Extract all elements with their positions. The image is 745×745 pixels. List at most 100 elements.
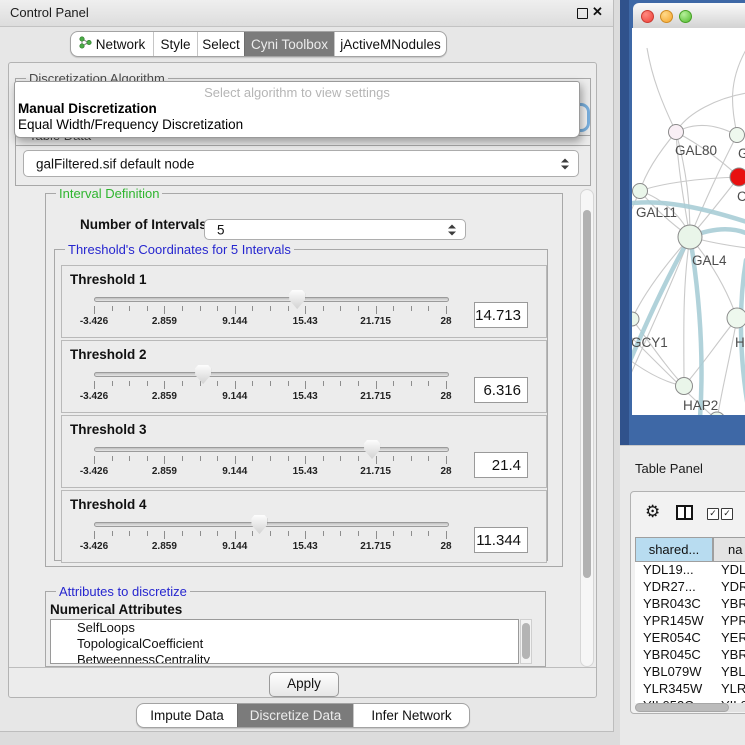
slider-thumb[interactable]	[364, 440, 380, 459]
tab-label: Discretize Data	[250, 708, 342, 723]
minimize-button[interactable]	[660, 10, 673, 23]
settings-scrollbar[interactable]	[580, 189, 594, 667]
slider-tick	[428, 531, 429, 536]
scrollbar-thumb[interactable]	[583, 210, 591, 578]
network-canvas[interactable]: GAL80GACGAL11GAL4GCY1HHAP2	[632, 28, 745, 415]
slider-tick	[235, 456, 236, 464]
close-icon[interactable]: ✕	[592, 4, 603, 20]
slider-tick	[217, 381, 218, 386]
slider-thumb[interactable]	[195, 365, 211, 384]
column-header-name[interactable]: na	[713, 537, 745, 562]
slider-tick	[305, 306, 306, 314]
dropdown-hint-item: Select algorithm to view settings	[15, 85, 579, 100]
cell-name: YER0	[721, 630, 745, 645]
table-row[interactable]: YDL19...YDL1	[635, 562, 745, 579]
slider-tick	[217, 306, 218, 311]
slider-tick	[252, 381, 253, 386]
numerical-attributes-list[interactable]: SelfLoopsTopologicalCoefficientBetweenne…	[50, 619, 519, 664]
tab-discretize-data[interactable]: Discretize Data	[237, 704, 353, 727]
dropdown-option[interactable]: Manual Discretization	[18, 101, 157, 116]
slider-tick-label: -3.426	[69, 541, 119, 552]
slider-tick	[94, 531, 95, 539]
slider-tick	[94, 306, 95, 314]
network-node-ga[interactable]	[730, 128, 745, 143]
table-row[interactable]: YBR045CYBR0	[635, 647, 745, 664]
dropdown-option[interactable]: Equal Width/Frequency Discretization	[18, 117, 243, 132]
group-title: Threshold's Coordinates for 5 Intervals	[65, 242, 294, 257]
slider-tick-label: 21.715	[351, 466, 401, 477]
threshold-value-field[interactable]: 21.4	[474, 452, 528, 478]
spinner-arrows-icon	[448, 224, 456, 235]
cell-name: YDR2	[721, 579, 745, 594]
gear-icon[interactable]: ⚙	[645, 502, 660, 522]
algorithm-dropdown-popup: Select algorithm to view settings Manual…	[14, 81, 580, 138]
tab-label: Impute Data	[150, 708, 224, 723]
list-item[interactable]: TopologicalCoefficient	[51, 636, 518, 652]
cell-shared-name: YDL19...	[643, 562, 694, 577]
tab-impute-data[interactable]: Impute Data	[137, 704, 237, 727]
tab-select[interactable]: Select	[197, 32, 244, 56]
slider-tick	[323, 381, 324, 386]
tab-label: Network	[96, 37, 146, 52]
list-item[interactable]: SelfLoops	[51, 620, 518, 636]
slider-tick	[323, 306, 324, 311]
tab-jactivemnodules[interactable]: jActiveMNodules	[334, 32, 446, 56]
table-row[interactable]: YLR345WYLR3	[635, 681, 745, 698]
tab-cyni-toolbox[interactable]: Cyni Toolbox	[244, 32, 334, 56]
close-button[interactable]	[641, 10, 654, 23]
slider-thumb[interactable]	[289, 290, 305, 309]
table-row[interactable]: YDR27...YDR2	[635, 579, 745, 596]
apply-button[interactable]: Apply	[269, 672, 339, 697]
network-edge	[733, 48, 745, 135]
network-node-gal80[interactable]	[669, 125, 684, 140]
network-node-gal11[interactable]	[633, 184, 648, 199]
list-scrollbar[interactable]	[520, 619, 532, 664]
network-node-label: C	[737, 189, 745, 204]
network-node-c[interactable]	[730, 168, 745, 186]
slider-tick	[376, 456, 377, 464]
column-header-shared-name[interactable]: shared...	[635, 537, 713, 562]
table-row[interactable]: YBR043CYBR0	[635, 596, 745, 613]
float-window-icon[interactable]	[577, 8, 588, 19]
slider-tick-label: 2.859	[139, 316, 189, 327]
combobox-value: galFiltered.sif default node	[36, 156, 194, 171]
checkbox-icon[interactable]: ✓	[721, 508, 733, 520]
slider-tick	[200, 306, 201, 311]
threshold-value-field[interactable]: 6.316	[474, 377, 528, 403]
table-row[interactable]: YPR145WYPR1	[635, 613, 745, 630]
table-row[interactable]: YER054CYER0	[635, 630, 745, 647]
tab-label: jActiveMNodules	[340, 37, 441, 52]
threshold-value-field[interactable]: 14.713	[474, 302, 528, 328]
group-title: Interval Definition	[56, 186, 162, 201]
network-edge	[640, 132, 676, 191]
scrollbar-thumb[interactable]	[522, 623, 530, 659]
slider-tick	[393, 531, 394, 536]
slider-tick-label: 2.859	[139, 391, 189, 402]
slider-thumb[interactable]	[251, 515, 267, 534]
network-edge	[676, 125, 737, 135]
slider-tick-label: 15.43	[280, 391, 330, 402]
zoom-button[interactable]	[679, 10, 692, 23]
tab-network[interactable]: Network	[71, 32, 153, 56]
slider-tick-label: 21.715	[351, 316, 401, 327]
list-item[interactable]: BetweennessCentrality	[51, 652, 518, 664]
checkbox-icon[interactable]: ✓	[707, 508, 719, 520]
threshold-value-field[interactable]: 11.344	[474, 527, 528, 553]
table-row[interactable]: YBL079WYBL0	[635, 664, 745, 681]
network-node-label: GA	[738, 146, 745, 161]
network-node-gcy1[interactable]	[632, 312, 639, 326]
columns-icon[interactable]	[676, 505, 693, 520]
slider-tick	[94, 456, 95, 464]
network-node-hap2[interactable]	[676, 378, 693, 395]
slider-tick	[340, 381, 341, 386]
tab-infer-network[interactable]: Infer Network	[353, 704, 469, 727]
slider-tick-label: 15.43	[280, 541, 330, 552]
network-node-h[interactable]	[727, 308, 745, 328]
scrollbar-thumb[interactable]	[635, 703, 729, 712]
tab-style[interactable]: Style	[153, 32, 197, 56]
slider-track	[94, 447, 449, 452]
network-node-gal4[interactable]	[678, 225, 702, 249]
table-data-combobox[interactable]: galFiltered.sif default node	[23, 150, 579, 177]
number-of-intervals-combobox[interactable]: 5	[204, 219, 466, 240]
horizontal-scrollbar[interactable]	[635, 703, 745, 712]
